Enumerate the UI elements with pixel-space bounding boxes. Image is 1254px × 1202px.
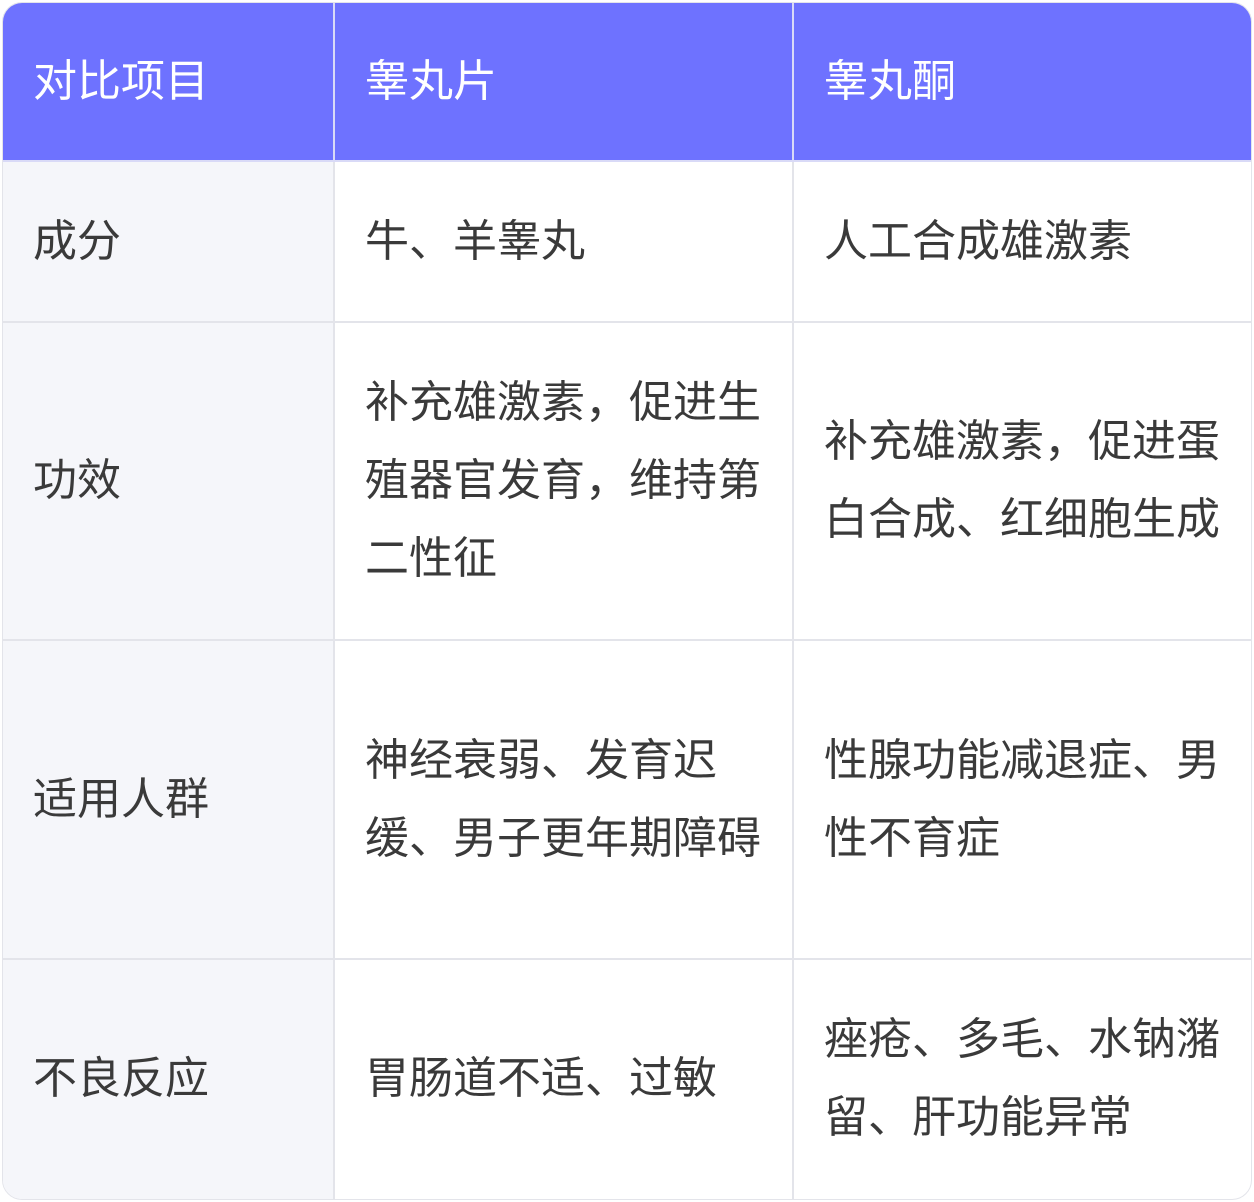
table-cell: 补充雄激素，促进生殖器官发育，维持第二性征: [333, 321, 794, 642]
table-row: 成分 牛、羊睾丸 人工合成雄激素: [3, 161, 1251, 324]
table-cell: 胃肠道不适、过敏: [333, 957, 794, 1199]
row-label: 不良反应: [3, 957, 335, 1199]
header-cell-item: 对比项目: [3, 3, 335, 162]
table-row: 适用人群 神经衰弱、发育迟缓、男子更年期障碍 性腺功能减退症、男性不育症: [3, 639, 1251, 960]
table-cell: 性腺功能减退症、男性不育症: [792, 639, 1251, 960]
table-cell: 牛、羊睾丸: [333, 161, 794, 324]
table-header-row: 对比项目 睾丸片 睾丸酮: [3, 3, 1251, 162]
row-label: 功效: [3, 321, 335, 642]
row-label: 成分: [3, 161, 335, 324]
table-cell: 神经衰弱、发育迟缓、男子更年期障碍: [333, 639, 794, 960]
header-cell-testosterone: 睾丸酮: [792, 3, 1251, 162]
table-row: 不良反应 胃肠道不适、过敏 痤疮、多毛、水钠潴留、肝功能异常: [3, 957, 1251, 1199]
header-cell-testis-tablet: 睾丸片: [333, 3, 794, 162]
comparison-table: 对比项目 睾丸片 睾丸酮 成分 牛、羊睾丸 人工合成雄激素 功效 补充雄激素，促…: [3, 3, 1251, 1199]
comparison-table-container: 对比项目 睾丸片 睾丸酮 成分 牛、羊睾丸 人工合成雄激素 功效 补充雄激素，促…: [2, 2, 1252, 1200]
row-label: 适用人群: [3, 639, 335, 960]
table-cell: 痤疮、多毛、水钠潴留、肝功能异常: [792, 957, 1251, 1199]
table-row: 功效 补充雄激素，促进生殖器官发育，维持第二性征 补充雄激素，促进蛋白合成、红细…: [3, 321, 1251, 642]
table-cell: 人工合成雄激素: [792, 161, 1251, 324]
table-cell: 补充雄激素，促进蛋白合成、红细胞生成: [792, 321, 1251, 642]
